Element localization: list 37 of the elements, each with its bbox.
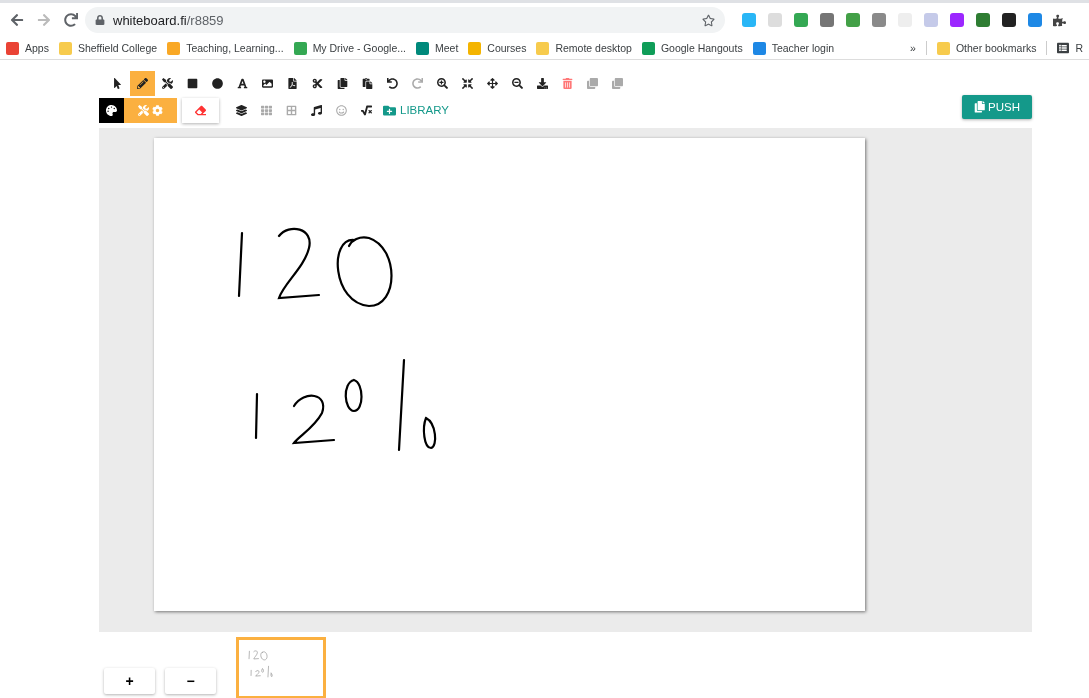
address-bar[interactable]: whiteboard.fi/r8859 <box>85 7 725 33</box>
more-bookmarks-link[interactable]: » <box>910 42 916 54</box>
arrow-left-icon <box>10 13 24 27</box>
extensions-icon[interactable] <box>1053 13 1066 27</box>
bookmark-link[interactable]: Sheffield College <box>58 41 158 55</box>
star-icon[interactable] <box>702 13 715 27</box>
add-page-button[interactable]: + <box>104 668 155 694</box>
gear-icon <box>152 104 163 116</box>
reload-icon <box>64 13 78 27</box>
remove-page-button[interactable]: − <box>165 668 216 694</box>
push-button[interactable]: PUSH <box>961 95 1032 119</box>
bookmark-link[interactable]: Meet <box>416 41 459 55</box>
bookmark-link[interactable]: Teacher login <box>752 41 835 55</box>
bookmark-link[interactable]: Remote desktop <box>536 41 632 55</box>
palette-button[interactable] <box>99 97 124 123</box>
bookmark-link[interactable]: Courses <box>468 41 527 55</box>
bookmark-link[interactable]: Teaching, Learning... <box>167 41 284 55</box>
eraser-icon <box>195 104 206 116</box>
eraser-button[interactable] <box>182 97 219 123</box>
other-bookmarks-link[interactable]: Other bookmarks <box>936 41 1037 55</box>
library-button[interactable]: LIBRARY <box>379 103 453 117</box>
lock-icon <box>95 15 105 25</box>
pencil-icon[interactable] <box>130 70 155 96</box>
handwriting-drawing <box>248 650 273 678</box>
palette-icon <box>106 104 117 116</box>
reading-list-link[interactable]: R <box>1057 42 1083 54</box>
bookmark-link[interactable]: Google Hangouts <box>641 41 743 55</box>
bookmark-link[interactable]: My Drive - Google... <box>293 41 406 55</box>
tools-icon <box>138 104 149 116</box>
arrow-right-icon <box>37 13 51 27</box>
list-icon <box>1057 42 1070 54</box>
copy-icon <box>973 101 986 113</box>
bookmark-link[interactable]: Apps <box>6 41 49 55</box>
folder-plus-icon <box>383 103 396 117</box>
extension-icon[interactable] <box>1002 13 1016 27</box>
url-text: whiteboard.fi/r8859 <box>113 12 224 28</box>
page-thumbnail[interactable] <box>236 637 326 698</box>
